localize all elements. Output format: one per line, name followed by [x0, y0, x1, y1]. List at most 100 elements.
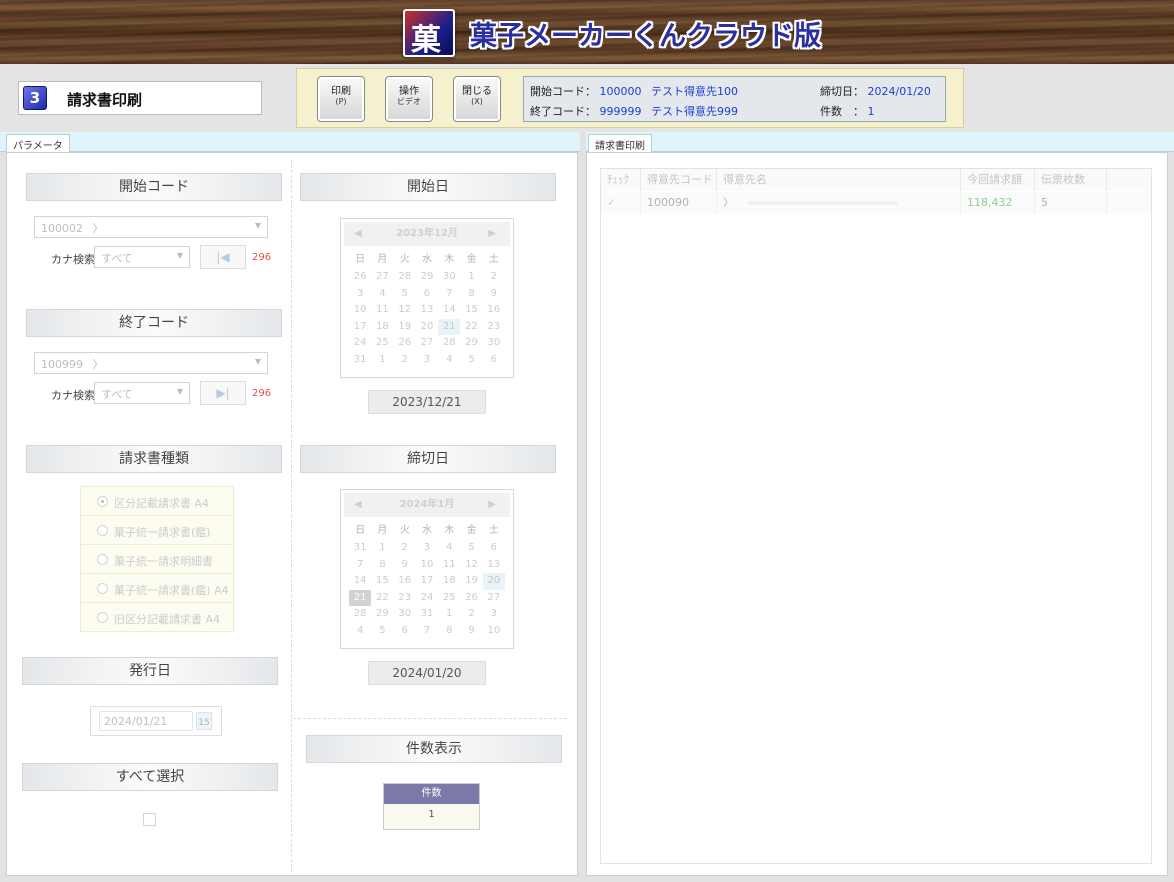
calendar-day[interactable]: 24 [349, 335, 371, 352]
calendar-day[interactable]: 26 [349, 269, 371, 286]
radio-icon[interactable] [97, 583, 108, 594]
calendar-day[interactable]: 12 [460, 557, 482, 574]
calendar-day[interactable]: 14 [349, 573, 371, 590]
tab-invoice-print[interactable]: 請求書印刷 [588, 134, 652, 153]
calendar-day[interactable]: 17 [349, 319, 371, 336]
calendar-day[interactable]: 31 [349, 352, 371, 369]
calendar-day[interactable]: 26 [394, 335, 416, 352]
first-record-button[interactable]: |◀ [200, 245, 246, 269]
calendar-day[interactable]: 13 [483, 557, 505, 574]
calendar-day[interactable]: 4 [438, 352, 460, 369]
calendar-day[interactable]: 6 [416, 286, 438, 303]
col-header-check[interactable]: ﾁｪｯｸ [601, 169, 641, 191]
next-month-icon[interactable]: ▶ [488, 493, 496, 517]
calendar-day[interactable]: 14 [438, 302, 460, 319]
calendar-day[interactable]: 10 [349, 302, 371, 319]
calendar-day[interactable]: 6 [483, 540, 505, 557]
calendar-day[interactable]: 20 [482, 573, 505, 590]
calendar-day[interactable]: 27 [371, 269, 393, 286]
calendar-day[interactable]: 4 [349, 623, 371, 640]
calendar-day[interactable]: 28 [438, 335, 460, 352]
calendar-day[interactable]: 24 [416, 590, 438, 607]
calendar-day[interactable]: 6 [394, 623, 416, 640]
calendar-day[interactable]: 10 [416, 557, 438, 574]
calendar-day[interactable]: 1 [438, 606, 460, 623]
issue-date-input[interactable]: 2024/01/21 [99, 711, 193, 731]
invoice-type-option[interactable]: 菓子統一請求書(鑑) A4 [81, 574, 233, 603]
calendar-day[interactable]: 2 [394, 352, 416, 369]
next-month-icon[interactable]: ▶ [488, 222, 496, 246]
invoice-type-option[interactable]: 旧区分記載請求書 A4 [81, 603, 233, 632]
calendar-day[interactable]: 21 [438, 318, 461, 335]
radio-icon[interactable] [97, 612, 108, 623]
calendar-day[interactable]: 20 [416, 319, 438, 336]
calendar-icon[interactable]: 15 [196, 712, 212, 730]
close-button[interactable]: 閉じる (X) [453, 76, 501, 122]
start-code-combo[interactable]: 100002 〉 ▼ [34, 216, 268, 238]
calendar-day[interactable]: 31 [349, 540, 371, 557]
calendar-day[interactable]: 13 [416, 302, 438, 319]
calendar-day[interactable]: 22 [371, 590, 393, 607]
calendar-day[interactable]: 25 [438, 590, 460, 607]
radio-icon[interactable] [97, 496, 108, 507]
calendar-day[interactable]: 3 [349, 286, 371, 303]
calendar-day[interactable]: 23 [394, 590, 416, 607]
calendar-day[interactable]: 30 [483, 335, 505, 352]
invoice-type-option[interactable]: 菓子統一請求書(鑑) [81, 516, 233, 545]
col-header-invoice-amount[interactable]: 今回請求額 [961, 169, 1035, 191]
calendar-day[interactable]: 11 [371, 302, 393, 319]
calendar-day[interactable]: 12 [394, 302, 416, 319]
invoice-type-option[interactable]: 区分記載請求書 A4 [81, 487, 233, 516]
calendar-day[interactable]: 3 [416, 540, 438, 557]
radio-icon[interactable] [97, 554, 108, 565]
end-kana-select[interactable]: すべて ▼ [94, 382, 190, 404]
col-header-customer-name[interactable]: 得意先名 [717, 169, 961, 191]
calendar-day[interactable]: 2 [460, 606, 482, 623]
calendar-day[interactable]: 29 [460, 335, 482, 352]
end-code-combo[interactable]: 100999 〉 ▼ [34, 352, 268, 374]
calendar-day[interactable]: 28 [394, 269, 416, 286]
calendar-day[interactable]: 2 [394, 540, 416, 557]
start-kana-select[interactable]: すべて ▼ [94, 246, 190, 268]
calendar-day[interactable]: 18 [371, 319, 393, 336]
row-checkbox[interactable]: ✓ [601, 192, 641, 214]
calendar-day[interactable]: 28 [349, 606, 371, 623]
calendar-day[interactable]: 10 [483, 623, 505, 640]
calendar-day[interactable]: 8 [371, 557, 393, 574]
calendar-day[interactable]: 15 [371, 573, 393, 590]
calendar-day[interactable]: 5 [394, 286, 416, 303]
prev-month-icon[interactable]: ◀ [354, 493, 362, 517]
calendar-day[interactable]: 8 [438, 623, 460, 640]
calendar-day[interactable]: 1 [460, 269, 482, 286]
calendar-day[interactable]: 27 [416, 335, 438, 352]
calendar-day[interactable]: 19 [394, 319, 416, 336]
calendar-day[interactable]: 29 [416, 269, 438, 286]
calendar-day[interactable]: 21 [349, 589, 372, 606]
radio-icon[interactable] [97, 525, 108, 536]
calendar-day[interactable]: 26 [460, 590, 482, 607]
calendar-day[interactable]: 17 [416, 573, 438, 590]
tab-parameters[interactable]: パラメータ [6, 134, 70, 153]
calendar-day[interactable]: 5 [460, 540, 482, 557]
calendar-day[interactable]: 29 [371, 606, 393, 623]
print-button[interactable]: 印刷 (P) [317, 76, 365, 122]
prev-month-icon[interactable]: ◀ [354, 222, 362, 246]
table-row[interactable]: ✓ 100090 〉 118,432 5 [601, 192, 1151, 214]
calendar-day[interactable]: 15 [460, 302, 482, 319]
calendar-day[interactable]: 25 [371, 335, 393, 352]
calendar-day[interactable]: 3 [416, 352, 438, 369]
calendar-day[interactable]: 9 [483, 286, 505, 303]
calendar-day[interactable]: 5 [371, 623, 393, 640]
calendar-day[interactable]: 3 [483, 606, 505, 623]
calendar-day[interactable]: 1 [371, 352, 393, 369]
select-all-checkbox[interactable] [143, 813, 156, 826]
calendar-day[interactable]: 5 [460, 352, 482, 369]
calendar-day[interactable]: 7 [438, 286, 460, 303]
calendar-day[interactable]: 2 [483, 269, 505, 286]
calendar-day[interactable]: 23 [483, 319, 505, 336]
calendar-day[interactable]: 7 [416, 623, 438, 640]
calendar-day[interactable]: 11 [438, 557, 460, 574]
calendar-day[interactable]: 8 [460, 286, 482, 303]
calendar-day[interactable]: 31 [416, 606, 438, 623]
calendar-day[interactable]: 18 [438, 573, 460, 590]
